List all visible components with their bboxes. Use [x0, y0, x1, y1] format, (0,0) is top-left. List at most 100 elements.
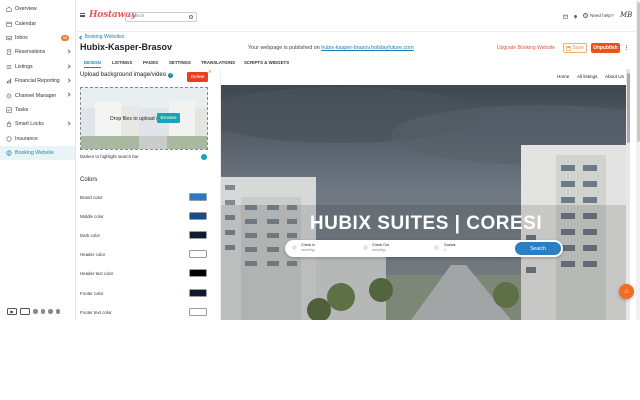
sidebar-item-label: Channel Manager — [15, 92, 57, 99]
upgrade-link[interactable]: Upgrade Booking Website — [497, 45, 555, 51]
color-label: Footer text color — [80, 310, 112, 315]
published-info: Your webpage is published on hubix-kaspe… — [248, 45, 414, 51]
menu-icon[interactable] — [80, 13, 85, 17]
colors-heading: Colors — [80, 177, 98, 183]
color-swatch[interactable] — [189, 250, 207, 258]
page-scrollbar[interactable] — [636, 0, 640, 320]
preview-search-button[interactable]: Search — [515, 242, 561, 255]
sidebar-item-listings[interactable]: Listings — [0, 60, 75, 74]
sidebar-item-booking-website[interactable]: Booking Website — [0, 145, 75, 161]
help-link[interactable]: ? Need help? — [583, 13, 614, 18]
color-swatch[interactable] — [189, 308, 207, 316]
shield-icon — [6, 135, 12, 142]
guests-field[interactable]: Guests 1 — [444, 243, 455, 252]
preview-nav: Home All listings About Us — [221, 69, 630, 85]
sidebar-item-calendar[interactable]: Calendar — [0, 16, 75, 30]
hero-background-image — [221, 85, 630, 320]
color-swatch[interactable] — [189, 212, 207, 220]
google-play-icon[interactable]: ▶ — [7, 308, 17, 315]
save-button[interactable]: Save — [563, 43, 587, 53]
design-panel: Upload background image/video ? Delete ✕… — [80, 69, 216, 320]
tab-settings[interactable]: SETTINGS — [169, 58, 191, 67]
search-input[interactable]: Search — [125, 11, 197, 22]
more-options-icon[interactable] — [626, 45, 628, 47]
top-bar: Hostaway Search ? Need help? MB — [76, 0, 640, 32]
upload-dropzone[interactable]: Drop files to upload or Browse — [80, 87, 208, 150]
color-row-brand-color: Brand color — [80, 193, 208, 203]
chevron-right-icon — [66, 78, 71, 83]
twitter-icon[interactable] — [33, 309, 38, 314]
tab-bar: DESIGN LISTINGS PAGES SETTINGS TRANSLATI… — [80, 58, 630, 68]
hero-title: HUBIX SUITES | CORESI — [309, 213, 543, 234]
delete-button[interactable]: Delete — [187, 72, 208, 82]
linkedin-icon[interactable] — [48, 309, 53, 314]
sidebar-item-overview[interactable]: Overview — [0, 2, 75, 16]
published-url-link[interactable]: hubix-kasper-brasov.holidayfuture.com — [321, 45, 413, 51]
preview-scrollbar[interactable] — [626, 69, 630, 320]
color-swatch[interactable] — [189, 193, 207, 201]
tab-translations[interactable]: TRANSLATIONS — [201, 58, 235, 67]
avatar[interactable]: MB — [620, 11, 632, 21]
sidebar-item-label: Inbox — [15, 34, 28, 41]
check-out-field[interactable]: Check Out mm/dd/yy — [372, 243, 389, 252]
sidebar-item-financial-reporting[interactable]: Financial Reporting — [0, 74, 75, 88]
instagram-icon[interactable] — [55, 309, 60, 314]
preview-scroll-thumb[interactable] — [626, 73, 630, 143]
color-swatch[interactable] — [189, 269, 207, 277]
browse-button[interactable]: Browse — [157, 113, 180, 123]
preview-nav-all-listings[interactable]: All listings — [577, 74, 597, 79]
upload-title-text: Upload background image/video — [80, 72, 167, 78]
chevron-right-icon — [66, 121, 71, 126]
help-icon: ? — [583, 13, 588, 18]
hero-section: HUBIX SUITES | CORESI Check In mm/dd/yy … — [221, 85, 630, 320]
website-preview: Home All listings About Us HUBIX SUITES … — [220, 69, 630, 320]
color-row-footer-text-color: Footer text color — [80, 308, 208, 318]
chevron-right-icon — [66, 63, 71, 69]
sidebar-item-label: Reservations — [15, 49, 46, 56]
calendar-icon — [292, 245, 297, 250]
sidebar-item-tasks[interactable]: Tasks — [0, 103, 75, 117]
check-in-field[interactable]: Check In mm/dd/yy — [301, 243, 315, 252]
save-label: Save — [572, 45, 584, 51]
reservations-icon — [6, 49, 12, 56]
app-window: Overview Calendar Inbox 99 Reservations Listi… — [0, 0, 640, 320]
color-swatch[interactable] — [189, 289, 207, 297]
sidebar-item-label: Insurance — [15, 135, 38, 142]
tab-pages[interactable]: PAGES — [143, 58, 158, 67]
tab-design[interactable]: DESIGN — [84, 58, 101, 68]
lock-icon — [6, 121, 12, 128]
color-swatch[interactable] — [189, 231, 207, 239]
page-scroll-thumb[interactable] — [636, 2, 640, 142]
sidebar-item-reservations[interactable]: Reservations — [0, 45, 75, 59]
tab-listings[interactable]: LISTINGS — [112, 58, 132, 67]
close-icon[interactable]: ✕ — [208, 69, 211, 74]
sidebar-item-insurance[interactable]: Insurance — [0, 132, 75, 146]
tab-scripts-widgets[interactable]: SCRIPTS & WIDGETS — [244, 58, 289, 67]
sidebar-item-smart-locks[interactable]: Smart Locks — [0, 117, 75, 131]
color-label: Footer color — [80, 291, 104, 296]
user-icon — [434, 245, 439, 250]
info-icon[interactable]: ? — [168, 72, 174, 78]
facebook-icon[interactable] — [40, 309, 45, 314]
sidebar-item-inbox[interactable]: Inbox 99 — [0, 31, 75, 45]
preview-nav-home[interactable]: Home — [557, 74, 569, 79]
sidebar-item-channel-manager[interactable]: Channel Manager — [0, 88, 75, 102]
sidebar-item-label: Calendar — [15, 20, 37, 27]
apple-store-icon[interactable] — [20, 308, 30, 315]
unpublish-button[interactable]: Unpublish — [591, 43, 620, 53]
color-row-middle-color: Middle color — [80, 212, 208, 222]
calendar-icon — [363, 245, 368, 250]
chat-support-button[interactable]: ⌂ — [619, 284, 634, 299]
calendar-icon[interactable] — [563, 14, 568, 19]
preview-nav-about-us[interactable]: About Us — [605, 74, 624, 79]
darken-toggle[interactable] — [201, 154, 207, 160]
page-title: Hubix-Kasper-Brasov — [80, 42, 173, 52]
color-label: Header text color — [80, 271, 114, 276]
save-icon — [566, 45, 571, 51]
guests-label: Guests — [444, 243, 456, 247]
sidebar-item-label: Financial Reporting — [15, 78, 60, 85]
check-in-value: mm/dd/yy — [301, 248, 315, 252]
bell-icon[interactable] — [573, 14, 578, 19]
breadcrumb[interactable]: Booking Websites — [79, 34, 124, 40]
globe-icon — [6, 150, 12, 156]
